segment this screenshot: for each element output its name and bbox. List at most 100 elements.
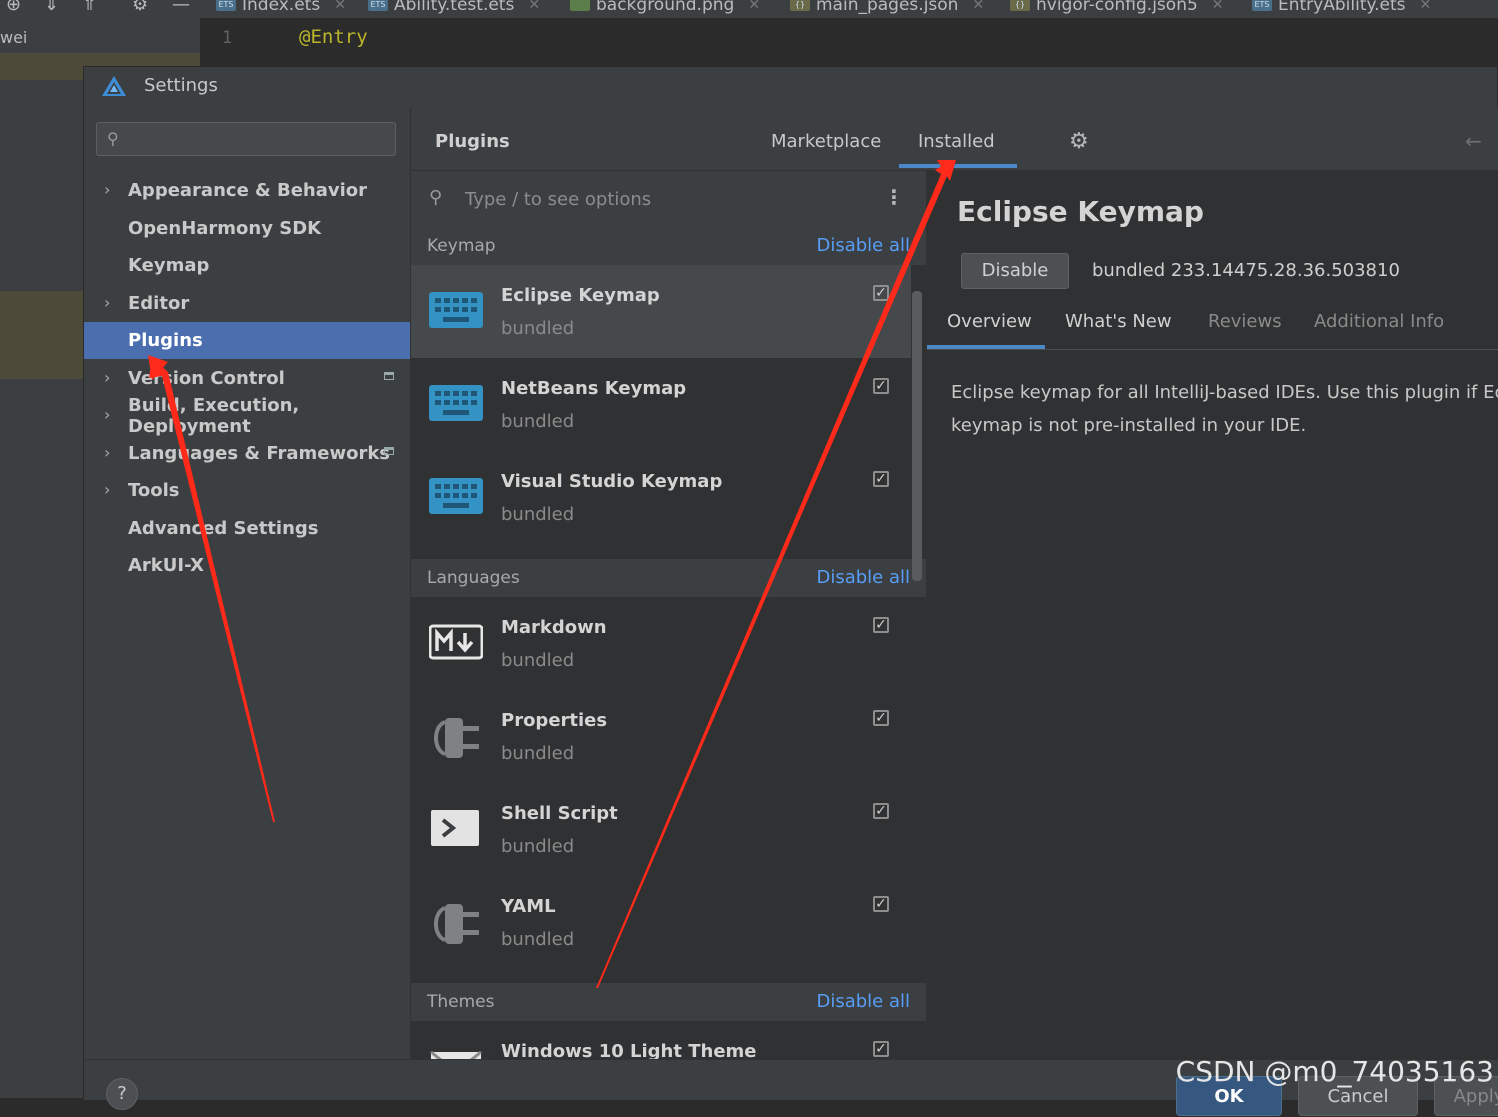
gear-icon[interactable]: ⚙ [1069,129,1089,154]
nav-appearance-behavior[interactable]: › Appearance & Behavior [84,172,410,209]
editor-tab[interactable]: background.png ✕ [570,0,760,18]
image-file-icon [570,0,590,11]
enable-checkbox[interactable]: ✓ [873,471,889,487]
plugin-list: ⚲ Type / to see options ⋮ Keymap Disable… [411,171,927,1059]
ets-file-icon: ETS [216,0,236,11]
chevron-right-icon: › [104,443,111,462]
enable-checkbox[interactable]: ✓ [873,896,889,912]
disable-button[interactable]: Disable [961,253,1069,289]
tab-marketplace[interactable]: Marketplace [771,131,881,152]
plugin-status: bundled [501,504,575,525]
settings-nav: ⚲ › Appearance & Behavior OpenHarmony SDK… [84,107,411,1059]
gear-icon[interactable]: ⚙ [132,0,148,15]
active-tab-indicator [899,164,1017,168]
nav-keymap[interactable]: Keymap [84,247,410,284]
plugin-row[interactable]: YAML bundled ✓ [411,876,911,969]
plugins-title: Plugins [435,131,510,152]
disable-all-link[interactable]: Disable all [816,235,910,256]
plugin-name: Windows 10 Light Theme [501,1041,757,1059]
tab-overview[interactable]: Overview [947,311,1032,332]
collapse-icon[interactable]: ⇓ [44,0,59,15]
plugin-version: bundled 233.14475.28.36.503810 [1092,260,1400,281]
disable-all-link[interactable]: Disable all [816,991,910,1012]
enable-checkbox[interactable]: ✓ [873,617,889,633]
group-header-keymap: Keymap Disable all [411,227,926,265]
editor-tab[interactable]: ETS Index.ets ✕ [216,0,346,18]
plugin-row[interactable]: Properties bundled ✓ [411,690,911,783]
nav-arkui-x[interactable]: ArkUI-X [84,547,410,584]
nav-tools[interactable]: › Tools [84,472,410,509]
json-file-icon: {} [790,0,810,11]
editor-tab[interactable]: {} main_pages.json ✕ [790,0,984,18]
enable-checkbox[interactable]: ✓ [873,803,889,819]
plugin-detail: Eclipse Keymap Disable bundled 233.14475… [927,171,1498,1059]
nav-languages-frameworks[interactable]: › Languages & Frameworks [84,435,410,472]
enable-checkbox[interactable]: ✓ [873,285,889,301]
close-icon[interactable]: ✕ [528,0,540,13]
plugin-name: Visual Studio Keymap [501,471,723,492]
settings-dialog: Settings ⚲ › Appearance & Behavior OpenHa… [83,66,1498,1116]
code-line: @Entry [299,26,368,48]
plugin-row[interactable]: Windows 10 Light Theme ✓ [411,1021,911,1059]
close-icon[interactable]: ✕ [334,0,346,13]
nav-version-control[interactable]: › Version Control [84,360,410,397]
close-icon[interactable]: ✕ [1212,0,1224,13]
enable-checkbox[interactable]: ✓ [873,1041,889,1057]
dialog-titlebar: Settings [84,67,1497,108]
list-scrollbar[interactable] [912,291,922,581]
plugin-name: YAML [501,896,556,917]
nav-openharmony-sdk[interactable]: OpenHarmony SDK [84,210,410,247]
editor-tab[interactable]: ETS EntryAbility.ets ✕ [1252,0,1431,18]
json-file-icon: {} [1010,0,1030,11]
enable-checkbox[interactable]: ✓ [873,378,889,394]
disable-all-link[interactable]: Disable all [816,567,910,588]
tab-whats-new[interactable]: What's New [1065,311,1172,332]
tab-reviews[interactable]: Reviews [1208,311,1282,332]
editor-tab[interactable]: {} hvigor-config.json5 ✕ [1010,0,1224,18]
close-icon[interactable]: ✕ [1420,0,1432,13]
help-button[interactable]: ? [106,1078,138,1110]
plugin-row[interactable]: Markdown bundled ✓ [411,597,911,690]
watermark: CSDN @m0_74035163 [1175,1055,1494,1088]
back-arrow-icon[interactable]: ← [1465,129,1482,153]
tab-additional-info[interactable]: Additional Info [1314,311,1444,332]
nav-advanced-settings[interactable]: Advanced Settings [84,510,410,547]
settings-search-input[interactable]: ⚲ [96,122,396,156]
close-icon[interactable]: ✕ [748,0,760,13]
plugin-row[interactable]: NetBeans Keymap bundled ✓ [411,358,911,451]
close-icon[interactable]: ✕ [972,0,984,13]
plugin-status: bundled [501,743,575,764]
nav-build-execution-deployment[interactable]: › Build, Execution, Deployment [84,395,410,437]
plugin-search-placeholder: Type / to see options [465,189,652,210]
plugin-row[interactable]: Eclipse Keymap bundled ✓ [411,265,911,358]
plugin-name: NetBeans Keymap [501,378,687,399]
terminal-icon [431,810,479,846]
plugin-status: bundled [501,650,575,671]
active-tab-indicator [927,345,1045,349]
project-level-icon [384,447,394,455]
plugin-status: bundled [501,836,575,857]
group-header-themes: Themes Disable all [411,983,926,1021]
plugin-description: Eclipse keymap for all IntelliJ-based ID… [951,382,1498,436]
project-level-icon [384,372,394,380]
plugins-header: Plugins Marketplace Installed ⚙ ← [411,107,1498,171]
editor-tab[interactable]: ETS Ability.test.ets ✕ [368,0,540,18]
ets-file-icon: ETS [1252,0,1272,11]
detail-tabs: Overview What's New Reviews Additional I… [927,301,1498,350]
nav-plugins[interactable]: Plugins [84,322,410,359]
target-icon[interactable]: ⊕ [6,0,21,15]
plugin-row[interactable]: Shell Script bundled ✓ [411,783,911,876]
plugin-row[interactable]: Visual Studio Keymap bundled ✓ [411,451,911,544]
expand-icon[interactable]: ⇑ [82,0,97,15]
minimize-icon[interactable]: — [172,0,190,15]
ets-file-icon: ETS [368,0,388,11]
enable-checkbox[interactable]: ✓ [873,710,889,726]
plugin-search-input[interactable]: ⚲ Type / to see options ⋮ [411,171,926,228]
more-options-icon[interactable]: ⋮ [884,185,904,209]
app-logo-icon [102,76,126,96]
plugin-name: Eclipse Keymap [501,285,660,306]
tab-installed[interactable]: Installed [918,131,995,152]
nav-editor[interactable]: › Editor [84,285,410,322]
plugin-status: bundled [501,411,575,432]
highlight-band [0,291,84,379]
